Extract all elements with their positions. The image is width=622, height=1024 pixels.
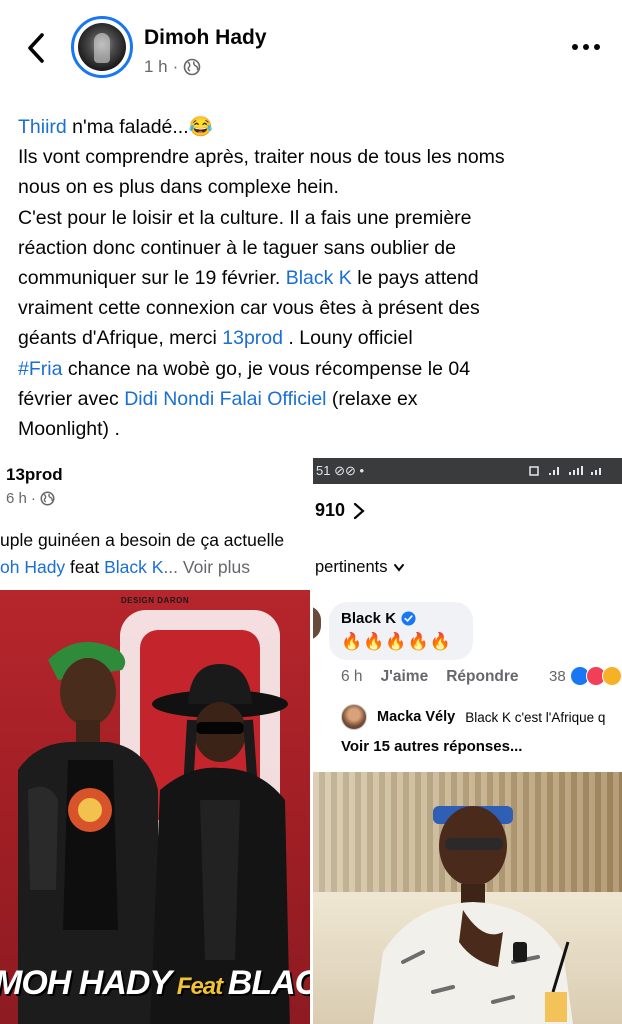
shared-author-name: 13prod (6, 465, 63, 484)
post-line: Thiird n'ma faladé...😂 (18, 112, 608, 142)
poster-title-guest: BLACK (227, 964, 310, 1002)
music-poster: DESIGN DARON MOH HADY Feat BLA (0, 590, 310, 1024)
shared-text-line: oh Hady feat Black K... Voir plus (0, 557, 250, 578)
reply-text: Black K c'est l'Afrique q (465, 709, 606, 725)
post-line: Moonlight) . (18, 418, 120, 441)
comment-actions: 6 h J'aime Répondre (341, 668, 519, 686)
post-line: communiquer sur le 19 février. Black K l… (18, 263, 608, 293)
media-image-left[interactable]: 13prod 6 h · uple guinéen a besoin de ça… (0, 458, 310, 1024)
shared-mention-dimoh: oh Hady (0, 557, 66, 577)
reactions-count: 38 (549, 667, 566, 685)
post-line: Ils vont comprendre après, traiter nous … (18, 146, 505, 169)
shared-meta: 6 h · (6, 490, 55, 507)
post-text-segment: . Louny officiel (282, 327, 413, 350)
post-line: #Fria chance na wobè go, je vous récompe… (18, 354, 608, 384)
haha-reaction-icon (601, 666, 622, 686)
view-more-replies: Voir 15 autres réponses... (341, 738, 523, 755)
comment-reactions: 38 (549, 666, 622, 686)
shared-feat: feat (65, 557, 105, 577)
chevron-left-icon[interactable] (22, 30, 52, 66)
poster-title-feat: Feat (171, 973, 228, 1000)
post-text-segment: le pays attend (351, 267, 479, 290)
comments-count: 910 (315, 500, 365, 521)
post-line: C'est pour le loisir et la culture. Il a… (18, 206, 472, 229)
post-line: nous on es plus dans complexe hein. (18, 176, 339, 199)
post-text-segment: n'ma faladé...😂 (66, 116, 213, 138)
hashtag-fria[interactable]: #Fria (18, 358, 62, 380)
mention-black-k[interactable]: Black K (286, 267, 352, 289)
shared-mention-black-k: Black K (104, 557, 164, 577)
comment-like: J'aime (380, 668, 429, 685)
comments-count-value: 910 (315, 500, 346, 520)
comment-bubble: Black K 🔥🔥🔥🔥🔥 (329, 602, 473, 660)
shared-time: 6 h (6, 490, 27, 507)
chevron-down-icon (394, 563, 405, 572)
mention-didi-nondi[interactable]: Didi Nondi Falai Officiel (124, 388, 326, 410)
globe-icon (184, 58, 201, 76)
mention-thiird[interactable]: Thiird (18, 116, 67, 138)
shared-separator: · (30, 490, 36, 507)
post-line: géants d'Afrique, merci 13prod . Louny o… (18, 323, 608, 353)
commenter-name-row: Black K (341, 610, 416, 627)
post-text-segment: communiquer sur le 19 février. (18, 267, 286, 290)
comment-reply: Répondre (446, 668, 519, 685)
post-line: vraiment cette connexion car vous êtes à… (18, 297, 480, 320)
see-more-link: ... Voir plus (163, 557, 251, 577)
reply-author: Macka Vély (377, 709, 456, 725)
shared-text-line: uple guinéen a besoin de ça actuelle (0, 530, 285, 550)
avatar-image (78, 23, 126, 71)
mention-13prod[interactable]: 13prod (222, 327, 283, 349)
poster-title: MOH HADY Feat BLACK (0, 964, 310, 1003)
post-text-segment: chance na wobè go, je vous récompense le… (62, 357, 471, 380)
post-text-segment: (relaxe ex (326, 387, 418, 410)
poster-credit: DESIGN DARON (120, 596, 190, 605)
post-text-segment: février avec (18, 387, 125, 410)
commenter-name: Black K (341, 610, 397, 627)
phone-status-bar: 51 ⊘⊘ • (313, 458, 622, 484)
signal-icons (529, 466, 601, 476)
meta-separator: · (172, 57, 179, 76)
post-line: février avec Didi Nondi Falai Officiel (… (18, 384, 608, 414)
sort-label: pertinents (315, 558, 388, 576)
verified-badge-icon (401, 611, 416, 626)
status-bar-left: 51 ⊘⊘ • (316, 463, 365, 478)
post-time[interactable]: 1 h (144, 57, 168, 77)
comment-time: 6 h (341, 668, 363, 685)
post-line: réaction donc continuer à le taguer sans… (18, 236, 456, 259)
post-header: Dimoh Hady 1 h · (0, 0, 622, 100)
media-grid: 13prod 6 h · uple guinéen a besoin de ça… (0, 458, 622, 1024)
poster-title-artist: MOH HADY (0, 964, 172, 1002)
man-photo-figure (373, 806, 573, 1024)
media-image-photo[interactable] (313, 772, 622, 1024)
commenter-avatar (313, 606, 321, 640)
post-text: Thiird n'ma faladé...😂 Ils vont comprend… (18, 112, 608, 444)
comment-text: 🔥🔥🔥🔥🔥 (341, 632, 452, 651)
reply-avatar (341, 704, 367, 730)
comments-sort: pertinents (315, 558, 405, 577)
reply-preview: Macka Vély Black K c'est l'Afrique q (341, 704, 605, 730)
media-image-comments[interactable]: 51 ⊘⊘ • 910 pertinents Black K 🔥🔥🔥🔥🔥 6 h… (313, 458, 622, 770)
globe-icon (40, 491, 55, 506)
post-text-segment: géants d'Afrique, merci (18, 327, 223, 350)
more-dots-icon[interactable] (570, 38, 602, 56)
author-avatar[interactable] (71, 16, 133, 78)
post-meta: 1 h · (144, 57, 201, 77)
author-name[interactable]: Dimoh Hady (144, 26, 267, 50)
chevron-right-icon (353, 502, 365, 519)
